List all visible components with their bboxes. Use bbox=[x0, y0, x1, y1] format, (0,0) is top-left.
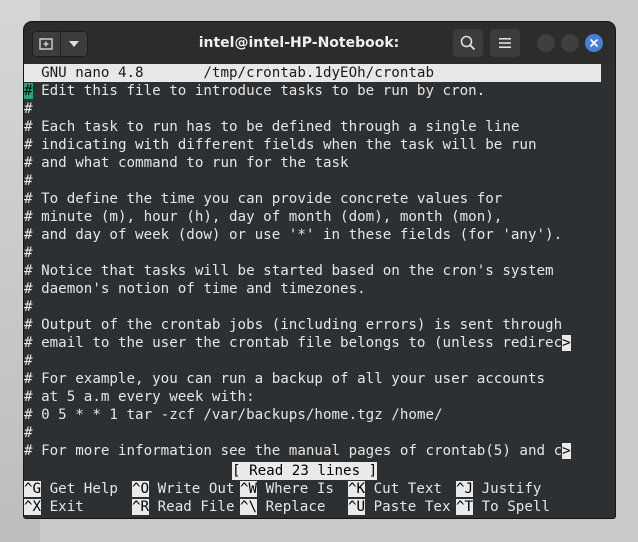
editor-line[interactable]: # at 5 a.m every week with: bbox=[24, 388, 609, 406]
text-cursor: # bbox=[24, 83, 33, 99]
editor-line[interactable]: # and what command to run for the task bbox=[24, 154, 609, 172]
editor-line[interactable]: # bbox=[24, 424, 609, 442]
editor-line[interactable]: # Output of the crontab jobs (including … bbox=[24, 316, 609, 334]
nano-version: GNU nano 4.8 bbox=[41, 65, 144, 81]
editor-line[interactable]: # 0 5 * * 1 tar -zcf /var/backups/home.t… bbox=[24, 406, 609, 424]
editor-line[interactable]: # minute (m), hour (h), day of month (do… bbox=[24, 208, 609, 226]
editor-line[interactable]: # bbox=[24, 172, 609, 190]
line-truncation-marker: > bbox=[562, 443, 571, 459]
editor-line[interactable]: # For more information see the manual pa… bbox=[24, 442, 609, 460]
editor-line[interactable]: # bbox=[24, 298, 609, 316]
shortcut-to-spell[interactable]: ^T To Spell bbox=[456, 498, 550, 516]
editor-line[interactable]: # Edit this file to introduce tasks to b… bbox=[24, 82, 609, 100]
new-tab-icon bbox=[39, 38, 53, 50]
editor-line[interactable]: # For example, you can run a backup of a… bbox=[24, 370, 609, 388]
status-message: [ Read 23 lines ] bbox=[232, 462, 378, 480]
maximize-button[interactable] bbox=[561, 34, 579, 52]
shortcut-paste-text[interactable]: ^U Paste Tex bbox=[348, 498, 451, 516]
menu-button[interactable] bbox=[490, 29, 520, 57]
shortcut-replace[interactable]: ^\ Replace bbox=[240, 498, 325, 516]
shortcut-write-out[interactable]: ^O Write Out bbox=[132, 480, 235, 498]
editor-line[interactable]: # Notice that tasks will be started base… bbox=[24, 262, 609, 280]
title-bar: intel@intel-HP-Notebook: ~/Pictures bbox=[24, 22, 615, 93]
shortcut-justify[interactable]: ^J Justify bbox=[456, 480, 541, 498]
editor-line[interactable]: # To define the time you can provide con… bbox=[24, 190, 609, 208]
nano-header-bar: GNU nano 4.8 /tmp/crontab.1dyEOh/crontab bbox=[24, 64, 601, 82]
new-tab-button[interactable] bbox=[32, 31, 61, 57]
shortcut-where-is[interactable]: ^W Where Is bbox=[240, 480, 334, 498]
shortcut-bar-row-2: ^X Exit ^R Read File ^\ Replace ^U Paste… bbox=[24, 498, 609, 516]
shortcut-get-help[interactable]: ^G Get Help bbox=[24, 480, 118, 498]
editor-line[interactable]: # Each task to run has to be defined thr… bbox=[24, 118, 609, 136]
terminal-window: intel@intel-HP-Notebook: ~/Pictures bbox=[24, 22, 615, 518]
new-tab-button-group bbox=[32, 31, 88, 57]
hamburger-menu-icon bbox=[499, 38, 511, 48]
line-truncation-marker: > bbox=[562, 335, 571, 351]
new-tab-menu-button[interactable] bbox=[60, 31, 88, 57]
editor-line[interactable]: # indicating with different fields when … bbox=[24, 136, 609, 154]
shortcut-exit[interactable]: ^X Exit bbox=[24, 498, 84, 516]
shortcut-read-file[interactable]: ^R Read File bbox=[132, 498, 235, 516]
terminal-content[interactable]: GNU nano 4.8 /tmp/crontab.1dyEOh/crontab… bbox=[24, 64, 615, 518]
editor-line[interactable]: # bbox=[24, 100, 609, 118]
shortcut-cut-text[interactable]: ^K Cut Text bbox=[348, 480, 442, 498]
window-title: intel@intel-HP-Notebook: ~/Pictures bbox=[198, 35, 400, 93]
shortcut-bar-row-1: ^G Get Help ^O Write Out ^W Where Is ^K … bbox=[24, 480, 609, 498]
editor-line[interactable]: # bbox=[24, 244, 609, 262]
chevron-down-icon bbox=[69, 41, 79, 47]
editor-line[interactable]: # email to the user the crontab file bel… bbox=[24, 334, 609, 352]
search-button[interactable] bbox=[453, 29, 483, 57]
nano-filename: /tmp/crontab.1dyEOh/crontab bbox=[203, 65, 435, 81]
editor-line[interactable]: # and day of week (dow) or use '*' in th… bbox=[24, 226, 609, 244]
editor-line[interactable]: # bbox=[24, 352, 609, 370]
minimize-button[interactable] bbox=[537, 34, 555, 52]
close-button[interactable] bbox=[585, 34, 603, 52]
close-icon bbox=[589, 38, 599, 48]
search-icon bbox=[460, 35, 476, 51]
editor-line[interactable]: # daemon's notion of time and timezones. bbox=[24, 280, 609, 298]
